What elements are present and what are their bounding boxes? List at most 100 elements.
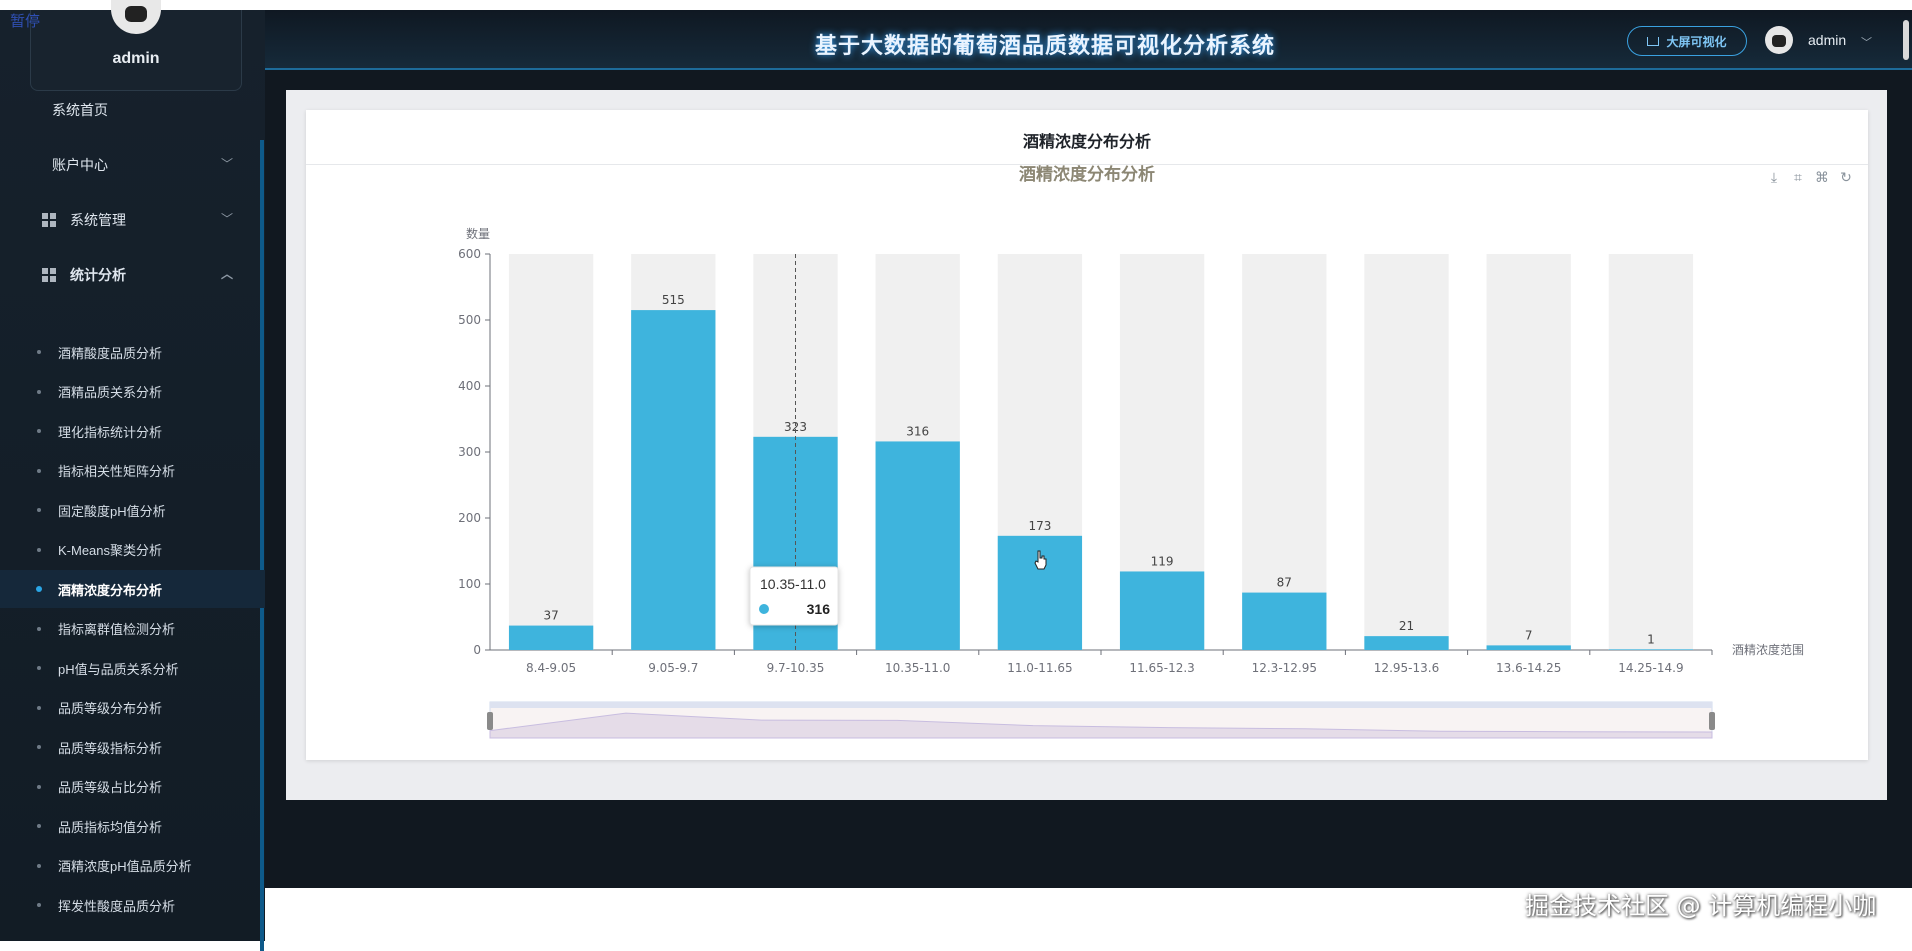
sidebar-subitem-5[interactable]: K-Means聚类分析 xyxy=(0,531,265,569)
x-tick-label: 14.25-14.9 xyxy=(1618,661,1683,675)
datazoom-top-band xyxy=(490,702,1712,708)
user-avatar[interactable] xyxy=(1765,26,1793,54)
sidebar-subitem-8[interactable]: pH值与品质关系分析 xyxy=(0,649,265,687)
bar xyxy=(1486,645,1571,650)
sidebar-menu-label: 系统管理 xyxy=(70,212,126,228)
data-label: 173 xyxy=(1028,519,1051,533)
sidebar-subitem-13[interactable]: 酒精浓度pH值品质分析 xyxy=(0,847,265,885)
x-tick-label: 9.7-10.35 xyxy=(767,661,825,675)
card-title: 酒精浓度分布分析 xyxy=(1022,132,1151,151)
data-label: 87 xyxy=(1277,576,1292,590)
scrollbar[interactable] xyxy=(1903,20,1909,60)
background-bar xyxy=(508,254,594,650)
bullet-icon xyxy=(36,586,42,592)
chart-card: 酒精浓度分布分析 ⤓ ⌗ ⌘ ↻ 酒精浓度分布分析 数量 酒精浓度范围 0 100 200… xyxy=(306,110,1868,760)
y-tick-label: 200 xyxy=(458,511,481,525)
data-label: 515 xyxy=(662,293,685,307)
header-username[interactable]: admin xyxy=(1808,32,1846,48)
sidebar-menu-1[interactable]: 账户中心 ﹀ xyxy=(0,138,265,192)
sidebar-subitem-label: 酒精酸度品质分析 xyxy=(58,345,163,361)
sidebar-subitem-label: 酒精浓度分布分析 xyxy=(58,582,163,598)
bar xyxy=(1608,649,1694,650)
background-bar xyxy=(1364,254,1449,650)
data-label: 119 xyxy=(1151,554,1174,568)
x-tick-label: 11.65-12.3 xyxy=(1129,661,1194,675)
bullet-icon xyxy=(37,429,41,433)
chevron-down-icon: ﹀ xyxy=(220,212,233,226)
x-tick-label: 8.4-9.05 xyxy=(526,661,576,675)
sidebar: admin 系统首页账户中心 ﹀ 系统管理 ﹀ 统计分析 ︿ 酒精酸度品质分析 酒精品质关系分… xyxy=(0,0,265,951)
bullet-icon xyxy=(37,547,41,552)
sidebar-subitem-9[interactable]: 品质等级分布分析 xyxy=(0,689,265,727)
profile-box: admin xyxy=(30,0,242,91)
data-label: 316 xyxy=(906,424,929,438)
bullet-icon xyxy=(37,626,41,631)
sidebar-subitem-1[interactable]: 酒精品质关系分析 xyxy=(0,373,265,411)
sidebar-subitem-label: 挥发性酸度品质分析 xyxy=(58,898,176,914)
sidebar-subitem-label: 品质等级占比分析 xyxy=(58,780,163,795)
bullet-icon xyxy=(37,903,41,907)
sidebar-menu-2[interactable]: 系统管理 ﹀ xyxy=(0,193,265,247)
datazoom-handle-right xyxy=(1709,712,1715,730)
top-header: 基于大数据的葡萄酒品质数据可视化分析系统 大屏可视化 admin ﹀ xyxy=(265,10,1912,70)
sidebar-subitem-label: pH值与品质关系分析 xyxy=(58,661,179,677)
sidebar-menu-3[interactable]: 统计分析 ︿ xyxy=(0,248,265,302)
background-bar xyxy=(1242,254,1327,650)
x-axis-label: 酒精浓度范围 xyxy=(1732,642,1804,657)
bullet-icon xyxy=(37,666,41,670)
x-tick-label: 9.05-9.7 xyxy=(648,661,698,675)
bullet-icon xyxy=(37,389,41,394)
x-tick-label: 12.3-12.95 xyxy=(1252,661,1317,675)
sidebar-subitem-2[interactable]: 理化指标统计分析 xyxy=(0,412,265,450)
bullet-icon xyxy=(37,508,41,512)
sidebar-subitem-label: 酒精品质关系分析 xyxy=(58,385,163,400)
x-tick-label: 13.6-14.25 xyxy=(1496,661,1561,675)
sidebar-menu-label: 账户中心 xyxy=(52,157,108,173)
x-tick-label: 11.0-11.65 xyxy=(1007,661,1072,675)
bar xyxy=(1364,636,1449,650)
sidebar-subitem-12[interactable]: 品质指标均值分析 xyxy=(0,807,265,845)
sidebar-subitem-label: 品质等级指标分析 xyxy=(58,740,163,756)
chevron-down-icon[interactable]: ﹀ xyxy=(1861,34,1872,50)
sidebar-subitem-label: 指标离群值检测分析 xyxy=(58,622,176,637)
sidebar-subitem-label: 品质等级分布分析 xyxy=(58,701,163,716)
x-tick-label: 12.95-13.6 xyxy=(1374,661,1439,675)
y-tick-label: 600 xyxy=(458,247,481,261)
y-tick-label: 0 xyxy=(473,643,481,657)
data-label: 21 xyxy=(1399,619,1414,633)
sidebar-subitem-4[interactable]: 固定酸度pH值分析 xyxy=(0,491,265,529)
sidebar-menu-label: 系统首页 xyxy=(52,102,108,118)
sidebar-subitem-3[interactable]: 指标相关性矩阵分析 xyxy=(0,452,265,490)
sidebar-subitem-label: 理化指标统计分析 xyxy=(58,424,163,440)
sidebar-subitem-label: 品质指标均值分析 xyxy=(58,819,163,835)
data-label: 37 xyxy=(543,609,558,623)
datazoom-handle-left xyxy=(487,712,493,730)
card-header: 酒精浓度分布分析 xyxy=(306,110,1868,165)
bar-chart: 酒精浓度分布分析数量酒精浓度范围 0 100 200 300 400 500 600 37 8.4… xyxy=(458,165,1804,739)
y-tick-label: 500 xyxy=(458,313,481,327)
sidebar-subitem-label: K-Means聚类分析 xyxy=(58,543,163,558)
sidebar-subitem-label: 指标相关性矩阵分析 xyxy=(58,464,176,479)
sidebar-subitem-14[interactable]: 挥发性酸度品质分析 xyxy=(0,886,265,924)
watermark: 掘金技术社区 @ 计算机编程小咖 xyxy=(1525,892,1877,920)
data-label: 7 xyxy=(1525,628,1533,642)
x-tick-label: 10.35-11.0 xyxy=(885,661,950,675)
tooltip-category: 10.35-11.0 xyxy=(760,576,826,592)
background-bar xyxy=(1486,254,1571,650)
sidebar-menu-0[interactable]: 系统首页 xyxy=(0,83,265,137)
sidebar-subitem-6[interactable]: 酒精浓度分布分析 xyxy=(0,570,265,608)
bullet-icon xyxy=(37,824,41,828)
bar xyxy=(1119,571,1205,650)
tooltip-marker xyxy=(759,604,769,614)
sidebar-subitem-10[interactable]: 品质等级指标分析 xyxy=(0,728,265,766)
bigscreen-button[interactable]: 大屏可视化 xyxy=(1627,26,1747,56)
bullet-icon xyxy=(37,863,41,868)
bar xyxy=(1242,592,1327,650)
page-title: 基于大数据的葡萄酒品质数据可视化分析系统 xyxy=(814,34,1275,59)
chevron-down-icon: ﹀ xyxy=(220,157,233,171)
sidebar-subitem-7[interactable]: 指标离群值检测分析 xyxy=(0,610,265,648)
sidebar-subitem-0[interactable]: 酒精酸度品质分析 xyxy=(0,333,265,371)
pause-label[interactable]: 暂停 xyxy=(10,10,40,31)
sidebar-subitem-11[interactable]: 品质等级占比分析 xyxy=(0,768,265,806)
data-label: 1 xyxy=(1647,632,1655,646)
